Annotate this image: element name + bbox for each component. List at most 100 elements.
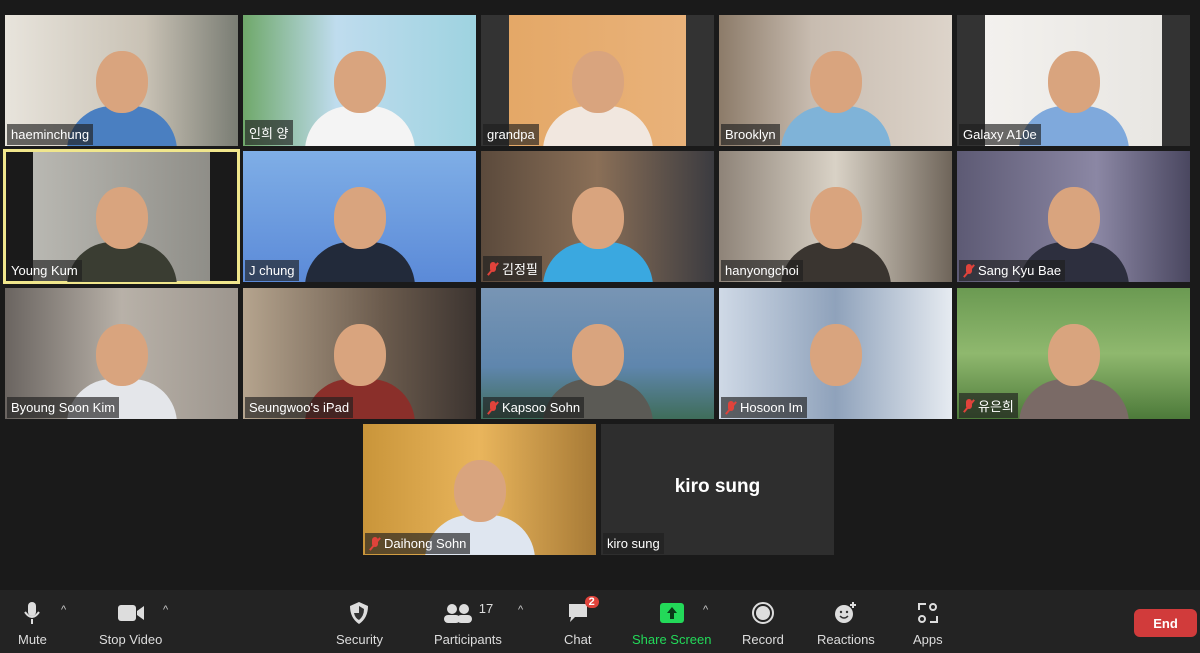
chat-bubble-icon: 2	[567, 596, 599, 626]
mute-button[interactable]: Mute	[18, 600, 47, 647]
participant-name-label: Hosoon Im	[721, 397, 807, 418]
apps-label: Apps	[913, 632, 943, 647]
participant-video	[300, 51, 420, 146]
video-camera-icon	[117, 600, 144, 626]
participant-name: Young Kum	[11, 263, 78, 278]
meeting-toolbar: Mute ^ Stop Video ^ Security 17 Particip…	[0, 590, 1200, 653]
participant-name-label: Sang Kyu Bae	[959, 260, 1066, 281]
participant-name-label: Daihong Sohn	[365, 533, 471, 554]
participant-tile[interactable]: Seungwoo's iPad	[243, 288, 476, 419]
stop-video-label: Stop Video	[99, 632, 163, 647]
share-options-caret[interactable]: ^	[703, 604, 708, 616]
participant-name-label: Galaxy A10e	[959, 124, 1041, 145]
chat-label: Chat	[564, 632, 592, 647]
participant-name: Galaxy A10e	[963, 127, 1037, 142]
microphone-muted-icon	[963, 263, 975, 278]
participant-video	[776, 51, 896, 146]
participant-video	[300, 187, 420, 282]
participant-name: grandpa	[487, 127, 535, 142]
participant-name-label: haeminchung	[7, 124, 94, 145]
microphone-muted-icon	[369, 536, 381, 551]
record-icon	[751, 600, 774, 626]
participant-tile[interactable]: Young Kum	[3, 149, 240, 284]
participant-name-label: hanyongchoi	[721, 260, 803, 281]
reactions-label: Reactions	[817, 632, 875, 647]
participants-button[interactable]: 17 Participants	[434, 600, 502, 648]
participant-tile[interactable]: kiro sung kiro sung	[601, 424, 834, 555]
participant-name: Sang Kyu Bae	[978, 263, 1062, 278]
participant-video	[538, 51, 658, 146]
participant-tile[interactable]: Brooklyn	[719, 15, 952, 146]
share-screen-label: Share Screen	[632, 632, 712, 647]
participant-tile[interactable]: Hosoon Im	[719, 288, 952, 419]
share-screen-icon	[659, 600, 684, 626]
apps-button[interactable]: Apps	[913, 600, 943, 647]
participant-name-label: Seungwoo's iPad	[245, 397, 354, 418]
microphone-icon	[23, 600, 41, 626]
participant-name: Seungwoo's iPad	[249, 400, 350, 415]
participant-name: Kapsoo Sohn	[502, 400, 581, 415]
security-label: Security	[336, 632, 383, 647]
participant-tile[interactable]: Galaxy A10e	[957, 15, 1190, 146]
participant-name: Daihong Sohn	[384, 536, 467, 551]
end-meeting-button[interactable]: End	[1134, 609, 1197, 637]
participant-tile[interactable]: Byoung Soon Kim	[5, 288, 238, 419]
video-gallery: haeminchung 인희 양 grandpa Brooklyn Galaxy A10…	[0, 0, 1200, 590]
participant-name-label: Kapsoo Sohn	[483, 397, 585, 418]
apps-icon	[917, 600, 939, 626]
microphone-muted-icon	[487, 261, 499, 276]
participant-tile[interactable]: haeminchung	[5, 15, 238, 146]
stop-video-button[interactable]: Stop Video	[99, 600, 162, 647]
participant-count: 17	[478, 600, 494, 616]
participants-options-caret[interactable]: ^	[518, 604, 523, 616]
microphone-muted-icon	[963, 398, 975, 413]
reactions-button[interactable]: Reactions	[817, 600, 875, 647]
mute-label: Mute	[18, 632, 47, 647]
participant-tile[interactable]: hanyongchoi	[719, 151, 952, 282]
share-screen-button[interactable]: Share Screen	[632, 600, 712, 647]
security-button[interactable]: Security	[336, 600, 383, 647]
participant-name: haeminchung	[11, 127, 90, 142]
microphone-muted-icon	[487, 400, 499, 415]
participant-name: 유은희	[978, 399, 1014, 414]
participant-name: Hosoon Im	[740, 400, 803, 415]
participant-name: kiro sung	[607, 536, 660, 551]
participant-tile[interactable]: Daihong Sohn	[363, 424, 596, 555]
participant-video	[538, 187, 658, 282]
participant-name: 김정필	[502, 262, 538, 277]
participant-name: 인희 양	[249, 126, 289, 141]
shield-icon	[349, 600, 369, 626]
participant-display-name: kiro sung	[674, 476, 761, 497]
participant-name: J chung	[249, 263, 295, 278]
participant-tile[interactable]: Sang Kyu Bae	[957, 151, 1190, 282]
participant-name-label: 유은희	[959, 393, 1018, 418]
record-button[interactable]: Record	[742, 600, 784, 647]
chat-button[interactable]: 2 Chat	[564, 596, 599, 647]
participant-name-label: Brooklyn	[721, 124, 780, 145]
participant-tile[interactable]: 김정필	[481, 151, 714, 282]
participant-name-label: grandpa	[483, 124, 539, 145]
participant-name-label: Byoung Soon Kim	[7, 397, 120, 418]
audio-options-caret[interactable]: ^	[61, 604, 66, 616]
participant-name-label: 김정필	[483, 256, 542, 281]
participant-name: Byoung Soon Kim	[11, 400, 116, 415]
participant-tile[interactable]: Kapsoo Sohn	[481, 288, 714, 419]
participant-tile[interactable]: grandpa	[481, 15, 714, 146]
participants-label: Participants	[434, 632, 502, 647]
participants-icon: 17	[443, 600, 493, 626]
participant-name-label: 인희 양	[245, 120, 293, 145]
video-options-caret[interactable]: ^	[163, 604, 168, 616]
participant-name-label: J chung	[245, 260, 299, 281]
record-label: Record	[742, 632, 784, 647]
microphone-muted-icon	[725, 400, 737, 415]
participant-name: hanyongchoi	[725, 263, 799, 278]
participant-tile[interactable]: 유은희	[957, 288, 1190, 419]
chat-unread-badge: 2	[584, 596, 599, 608]
participant-tile[interactable]: J chung	[243, 151, 476, 282]
participant-name: Brooklyn	[725, 127, 776, 142]
emoji-plus-icon	[834, 600, 858, 626]
participant-tile[interactable]: 인희 양	[243, 15, 476, 146]
participant-video	[1014, 324, 1134, 419]
participant-name-label: kiro sung	[603, 533, 664, 554]
participant-name-label: Young Kum	[7, 260, 82, 281]
